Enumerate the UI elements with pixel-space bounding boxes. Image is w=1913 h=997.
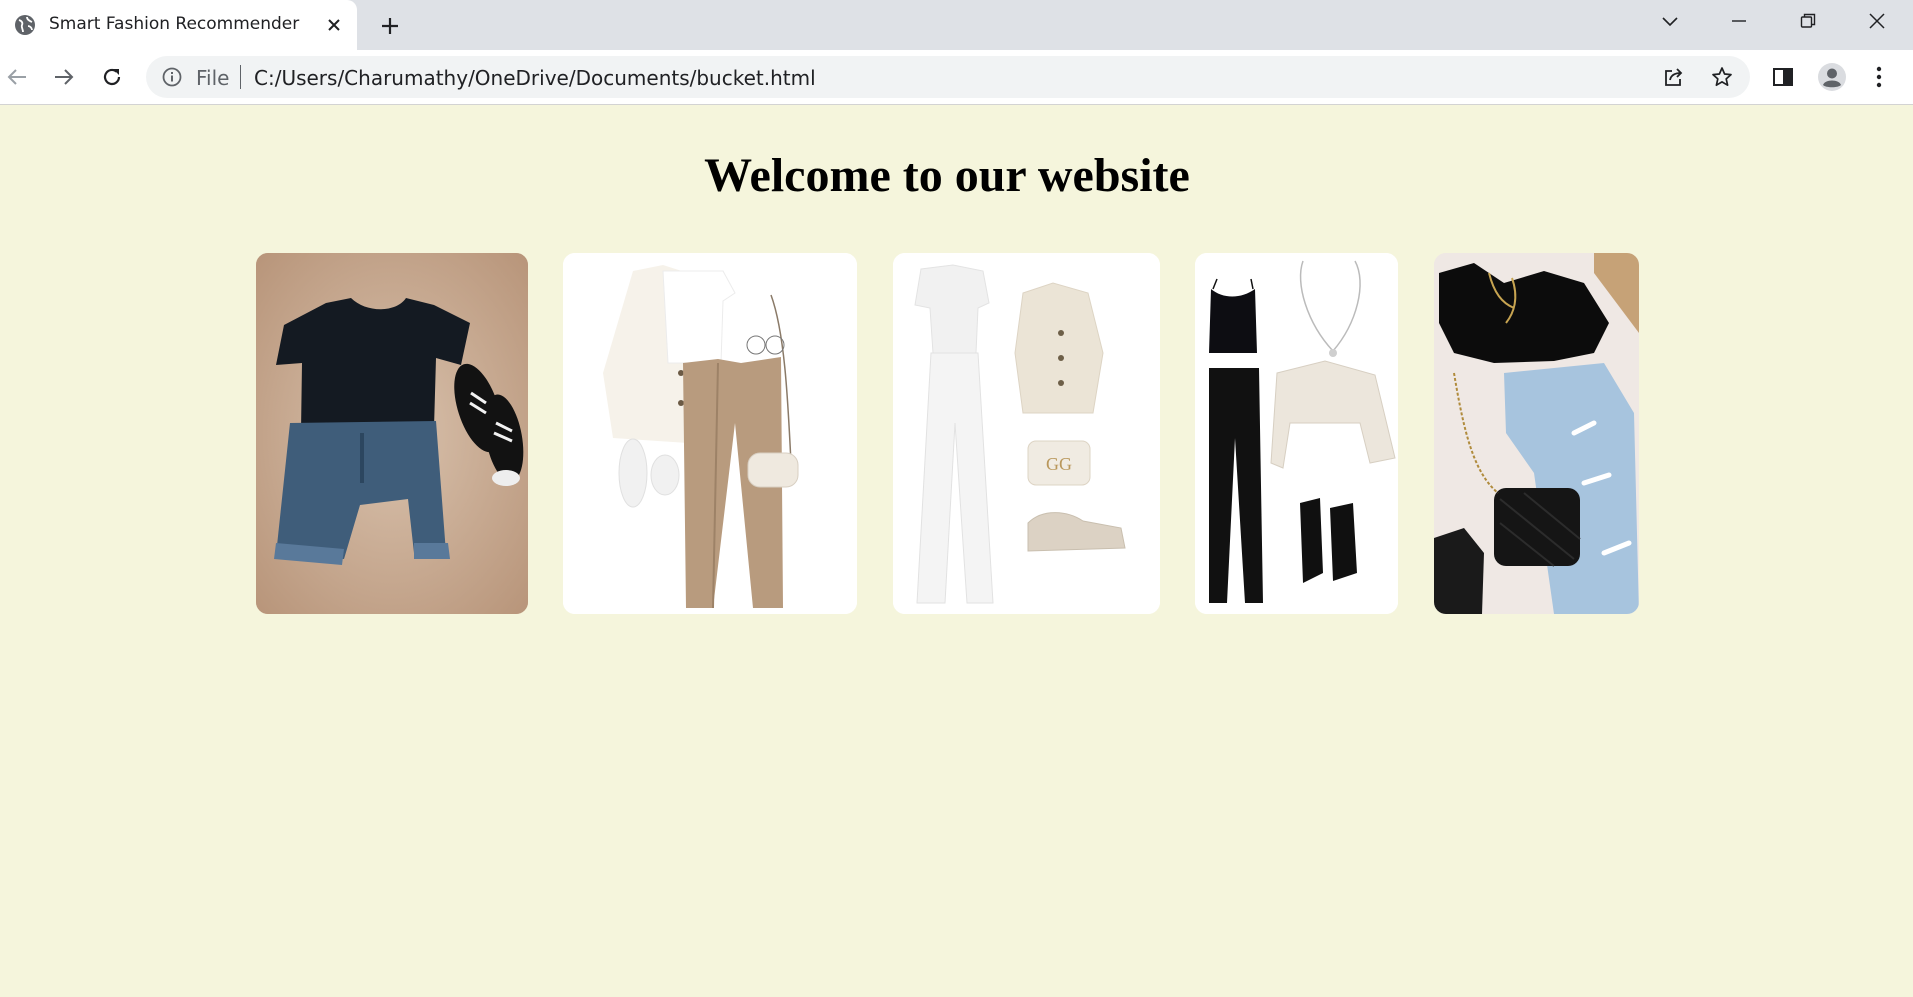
reload-icon[interactable]	[97, 62, 127, 92]
window-close-icon[interactable]	[1844, 0, 1910, 42]
share-icon[interactable]	[1662, 65, 1686, 89]
outfit-image-1[interactable]	[256, 253, 528, 614]
globe-icon	[15, 15, 35, 35]
outfit-image-3[interactable]: GG	[893, 253, 1160, 614]
url-text[interactable]: C:/Users/Charumathy/OneDrive/Documents/b…	[254, 66, 816, 90]
outfit-3-illustration: GG	[893, 253, 1160, 614]
back-icon[interactable]	[2, 62, 32, 92]
browser-tab[interactable]: Smart Fashion Recommender	[0, 0, 357, 50]
page-heading: Welcome to our website	[704, 149, 1190, 202]
browser-toolbar: File C:/Users/Charumathy/OneDrive/Docume…	[0, 50, 1913, 105]
close-icon[interactable]	[322, 13, 346, 37]
tab-strip: Smart Fashion Recommender	[0, 0, 1913, 50]
plus-icon[interactable]	[376, 12, 404, 40]
address-bar[interactable]: File C:/Users/Charumathy/OneDrive/Docume…	[146, 56, 1750, 98]
tab-title: Smart Fashion Recommender	[49, 14, 300, 34]
outfit-image-4[interactable]	[1195, 253, 1398, 614]
kebab-menu-icon[interactable]	[1864, 62, 1894, 92]
forward-icon[interactable]	[49, 62, 79, 92]
restore-icon[interactable]	[1775, 0, 1841, 42]
url-scheme: File	[196, 66, 230, 90]
profile-icon[interactable]	[1817, 62, 1847, 92]
outfit-4-illustration	[1195, 253, 1398, 614]
outfit-image-2[interactable]	[563, 253, 857, 614]
outfit-image-5[interactable]	[1434, 253, 1639, 614]
chevron-down-icon[interactable]	[1637, 0, 1703, 42]
outfit-5-illustration	[1434, 253, 1639, 614]
side-panel-icon[interactable]	[1768, 62, 1798, 92]
outfit-2-illustration	[563, 253, 857, 614]
star-icon[interactable]	[1710, 65, 1734, 89]
info-icon[interactable]	[162, 67, 182, 87]
url-separator	[240, 65, 241, 89]
svg-text:GG: GG	[1046, 454, 1072, 474]
minimize-icon[interactable]	[1706, 0, 1772, 42]
outfit-1-illustration	[256, 253, 528, 614]
